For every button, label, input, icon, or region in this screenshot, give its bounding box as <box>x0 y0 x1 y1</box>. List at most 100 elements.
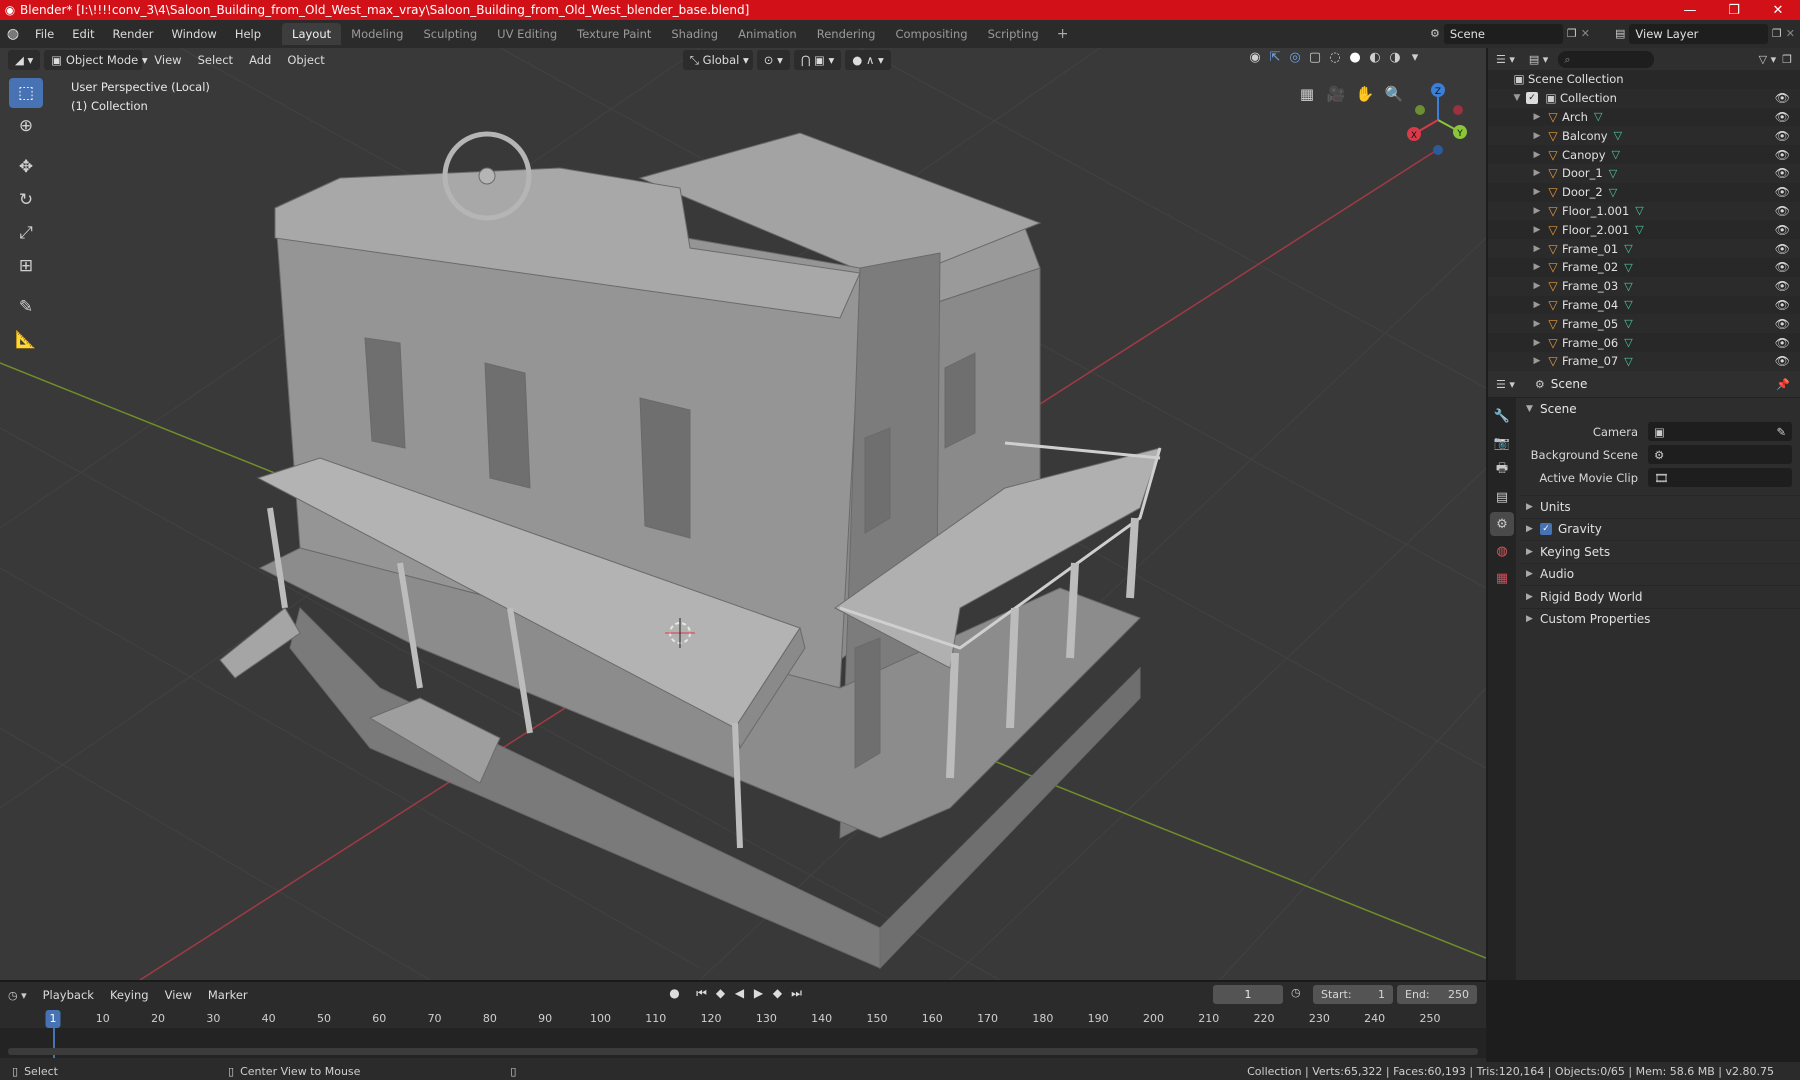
shading-options-icon[interactable]: ▾ <box>1405 50 1425 65</box>
background-scene-field[interactable]: ⚙ <box>1648 445 1792 464</box>
menu-edit[interactable]: Edit <box>63 27 103 41</box>
measure-tool-icon[interactable]: 📐 <box>9 325 43 355</box>
viewport-menu-view[interactable]: View <box>146 53 189 67</box>
end-frame-field[interactable]: End: 250 <box>1397 985 1477 1004</box>
tab-sculpting[interactable]: Sculpting <box>413 23 487 45</box>
rigid-body-world-panel-header[interactable]: ▶ Rigid Body World <box>1520 585 1800 608</box>
pan-view-icon[interactable]: ✋ <box>1351 80 1379 108</box>
mesh-data-icon[interactable]: ▽ <box>1624 355 1632 368</box>
record-icon[interactable]: ● <box>665 986 684 1001</box>
scene-panel-header[interactable]: ▼ Scene <box>1520 398 1800 420</box>
tab-shading[interactable]: Shading <box>661 23 728 45</box>
tab-compositing[interactable]: Compositing <box>885 23 977 45</box>
eye-icon[interactable]: 👁 <box>1775 336 1790 350</box>
expand-arrow-icon[interactable]: ▶ <box>1530 206 1544 216</box>
camera-view-icon[interactable]: 🎥 <box>1322 80 1350 108</box>
snap-toggle[interactable]: ⋂ ▣ ▾ <box>793 50 842 70</box>
mesh-data-icon[interactable]: ▽ <box>1614 129 1622 142</box>
expand-arrow-icon[interactable]: ▶ <box>1530 112 1544 122</box>
expand-arrow-icon[interactable]: ▶ <box>1530 300 1544 310</box>
wireframe-shading-icon[interactable]: ◌ <box>1325 50 1345 65</box>
start-frame-field[interactable]: Start: 1 <box>1313 985 1393 1004</box>
new-view-layer-icon[interactable]: ❐ <box>1772 27 1782 40</box>
eye-icon[interactable]: 👁 <box>1775 242 1790 256</box>
custom-properties-panel-header[interactable]: ▶ Custom Properties <box>1520 607 1800 631</box>
mesh-data-icon[interactable]: ▽ <box>1624 336 1632 349</box>
outliner-item-floor-1[interactable]: ▶ ▽ Floor_1.001 ▽ 👁 <box>1488 201 1800 221</box>
tab-animation[interactable]: Animation <box>728 23 807 45</box>
camera-field[interactable]: ▣ ✎ <box>1648 422 1792 441</box>
outliner-item-frame-04[interactable]: ▶ ▽ Frame_04 ▽ 👁 <box>1488 296 1800 315</box>
mesh-data-icon[interactable]: ▽ <box>1624 317 1632 330</box>
timeline-menu-marker[interactable]: Marker <box>200 988 256 1002</box>
timeline-editor-icon[interactable]: ◷ ▾ <box>8 989 27 1002</box>
eye-icon[interactable]: 👁 <box>1775 166 1790 180</box>
outliner-item-frame-05[interactable]: ▶ ▽ Frame_05 ▽ 👁 <box>1488 314 1800 334</box>
proportional-edit-toggle[interactable]: ● ∧ ▾ <box>845 50 891 70</box>
outliner-item-frame-01[interactable]: ▶ ▽ Frame_01 ▽ 👁 <box>1488 239 1800 258</box>
view-layer-selector[interactable]: ▤ View Layer ❐ ✕ <box>1615 23 1795 44</box>
expand-arrow-icon[interactable]: ▶ <box>1530 187 1544 197</box>
filter-icon[interactable]: ▽ ▾ <box>1759 53 1776 66</box>
outliner-scene-collection[interactable]: ▣ Scene Collection <box>1488 70 1800 89</box>
mesh-data-icon[interactable]: ▽ <box>1635 223 1643 236</box>
outliner-item-balcony[interactable]: ▶ ▽ Balcony ▽ 👁 <box>1488 126 1800 146</box>
outliner-item-arch[interactable]: ▶ ▽ Arch ▽ 👁 <box>1488 108 1800 127</box>
eye-icon[interactable]: 👁 <box>1775 148 1790 162</box>
expand-arrow-icon[interactable]: ▶ <box>1530 168 1544 178</box>
expand-arrow-icon[interactable]: ▶ <box>1530 131 1544 141</box>
viewport-menu-add[interactable]: Add <box>241 53 279 67</box>
solid-shading-icon[interactable]: ● <box>1345 50 1365 65</box>
view-layer-field[interactable]: View Layer <box>1629 23 1768 44</box>
eye-icon[interactable]: 👁 <box>1775 185 1790 199</box>
timeline-menu-keying[interactable]: Keying <box>102 988 157 1002</box>
mesh-data-icon[interactable]: ▽ <box>1624 242 1632 255</box>
expand-arrow-icon[interactable]: ▶ <box>1530 356 1544 366</box>
render-tab-icon[interactable]: 📷 <box>1490 431 1514 455</box>
mesh-data-icon[interactable]: ▽ <box>1609 167 1617 180</box>
outliner-item-frame-06[interactable]: ▶ ▽ Frame_06 ▽ 👁 <box>1488 333 1800 352</box>
expand-arrow-icon[interactable]: ▶ <box>1530 150 1544 160</box>
mesh-data-icon[interactable]: ▽ <box>1635 204 1643 217</box>
mesh-data-icon[interactable]: ▽ <box>1612 148 1620 161</box>
material-shading-icon[interactable]: ◐ <box>1365 50 1385 65</box>
eye-icon[interactable]: 👁 <box>1775 91 1790 105</box>
pivot-point-dropdown[interactable]: ⊙ ▾ <box>756 50 790 70</box>
gizmo-toggle-icon[interactable]: ⇱ <box>1265 50 1285 65</box>
eye-icon[interactable]: 👁 <box>1775 279 1790 293</box>
preview-range-icon[interactable]: ◷ <box>1291 986 1301 999</box>
mesh-data-icon[interactable]: ▽ <box>1624 261 1632 274</box>
menu-window[interactable]: Window <box>162 27 225 41</box>
expand-arrow-icon[interactable]: ▶ <box>1530 319 1544 329</box>
eye-icon[interactable]: 👁 <box>1775 204 1790 218</box>
texture-tab-icon[interactable]: ▦ <box>1490 566 1514 590</box>
play-reverse-icon[interactable]: ◀ <box>730 986 749 1001</box>
new-scene-icon[interactable]: ❐ <box>1567 27 1577 40</box>
menu-render[interactable]: Render <box>104 27 163 41</box>
viewport-menu-select[interactable]: Select <box>190 53 241 67</box>
outliner-item-door-2[interactable]: ▶ ▽ Door_2 ▽ 👁 <box>1488 183 1800 202</box>
visibility-icon[interactable]: ◉ <box>1245 50 1265 65</box>
frame-ruler[interactable]: 1 10 20 30 40 50 60 70 80 90 100 110 120 130 140 150 160… <box>0 1010 1486 1028</box>
add-workspace-icon[interactable]: + <box>1049 26 1077 42</box>
scale-tool-icon[interactable]: ⤢ <box>9 218 43 248</box>
jump-start-icon[interactable]: ⏮ <box>692 986 711 1001</box>
expand-arrow-icon[interactable]: ▶ <box>1530 281 1544 291</box>
eye-icon[interactable]: 👁 <box>1775 317 1790 331</box>
select-box-tool-icon[interactable]: ⬚ <box>9 78 43 108</box>
timeline-scrollbar[interactable] <box>8 1048 1478 1055</box>
outliner-collection[interactable]: ▼ ✓ ▣ Collection 👁 <box>1488 88 1800 108</box>
outliner-item-frame-02[interactable]: ▶ ▽ Frame_02 ▽ 👁 <box>1488 258 1800 277</box>
eye-icon[interactable]: 👁 <box>1775 260 1790 274</box>
mesh-data-icon[interactable]: ▽ <box>1624 298 1632 311</box>
properties-editor-icon[interactable]: ☰ ▾ <box>1496 378 1515 391</box>
eye-icon[interactable]: 👁 <box>1775 110 1790 124</box>
output-tab-icon[interactable]: 🖶 <box>1490 458 1514 482</box>
scene-selector[interactable]: ⚙ Scene ❐ ✕ <box>1430 23 1590 44</box>
3d-viewport[interactable]: ◢ ▾ ▣ Object Mode ▾ View Select Add Obje… <box>0 48 1486 980</box>
annotate-tool-icon[interactable]: ✎ <box>9 292 43 322</box>
expand-arrow-icon[interactable]: ▶ <box>1530 244 1544 254</box>
tab-uv-editing[interactable]: UV Editing <box>487 23 567 45</box>
outliner-item-canopy[interactable]: ▶ ▽ Canopy ▽ 👁 <box>1488 145 1800 164</box>
new-collection-icon[interactable]: ❐ <box>1782 53 1792 66</box>
